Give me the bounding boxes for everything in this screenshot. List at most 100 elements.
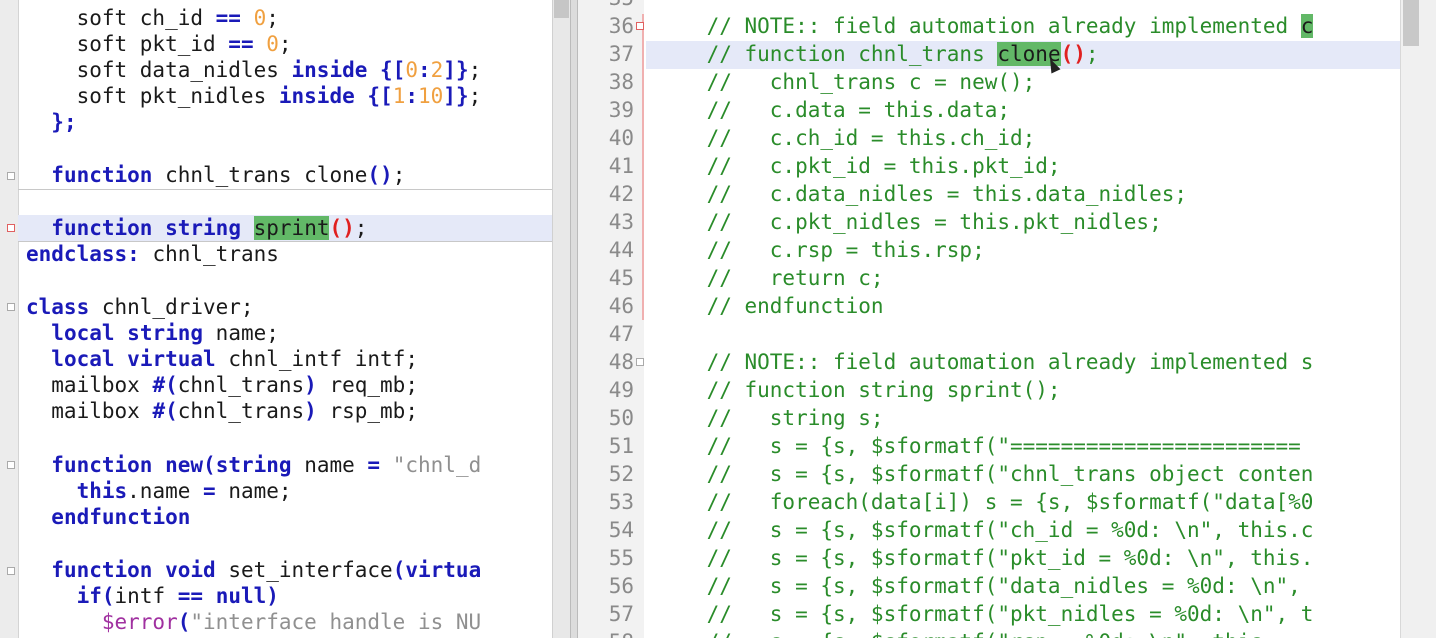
code-token: ; <box>1085 42 1099 66</box>
right-code-area[interactable]: 3536 // NOTE:: field automation already … <box>578 0 1400 638</box>
code-token: ( <box>101 584 115 608</box>
code-token: chnl_trans <box>177 373 305 397</box>
code-token: req_mb; <box>316 373 418 397</box>
code-line[interactable]: class chnl_driver; <box>26 294 254 320</box>
fold-marker[interactable] <box>7 224 15 232</box>
code-line[interactable]: soft pkt_nidles inside {[1:10]}; <box>26 83 482 109</box>
code-line[interactable]: function string sprint(); <box>26 215 367 241</box>
code-line[interactable]: // s = {s, $sformatf("==================… <box>656 432 1301 460</box>
code-line[interactable]: // NOTE:: field automation already imple… <box>656 348 1314 376</box>
code-line[interactable]: soft pkt_id == 0; <box>26 31 292 57</box>
code-token: function <box>51 453 153 477</box>
line-number: 53 <box>608 490 634 514</box>
code-line[interactable]: }; <box>26 109 77 135</box>
code-token: soft data_nidles <box>26 58 292 82</box>
code-token: }; <box>51 110 77 134</box>
left-vertical-scrollbar[interactable] <box>552 0 571 638</box>
code-token: // c.ch_id = this.ch_id; <box>656 126 1036 150</box>
line-number: 49 <box>608 378 634 402</box>
code-line[interactable]: // c.ch_id = this.ch_id; <box>656 124 1036 152</box>
code-line[interactable]: // s = {s, $sformatf("data_nidles = %0d:… <box>656 572 1301 600</box>
code-line[interactable]: soft data_nidles inside {[0:2]}; <box>26 57 482 83</box>
code-token: local <box>51 347 115 371</box>
search-match: c <box>1300 14 1314 38</box>
left-fold-gutter[interactable] <box>0 0 19 638</box>
right-scrollbar-thumb[interactable] <box>1403 0 1419 46</box>
code-token: .name <box>127 479 204 503</box>
code-token: ]} <box>443 84 469 108</box>
code-token: // chnl_trans c = new(); <box>656 70 1036 94</box>
code-line[interactable]: // function chnl_trans clone(); <box>656 40 1099 68</box>
pane-splitter[interactable] <box>570 0 578 638</box>
code-token: = <box>203 479 216 503</box>
line-number: 37 <box>608 42 634 66</box>
code-line[interactable]: mailbox #(chnl_trans) req_mb; <box>26 372 418 398</box>
code-token: 1 <box>392 84 406 108</box>
code-line[interactable]: // endfunction <box>656 292 884 320</box>
left-code-area[interactable]: soft ch_id == 0; soft pkt_id == 0; soft … <box>18 0 552 638</box>
code-line[interactable]: // s = {s, $sformatf("chnl_trans object … <box>656 460 1314 488</box>
code-line[interactable]: endclass: chnl_trans <box>26 241 279 267</box>
code-line[interactable]: function new(string name = "chnl_d <box>26 452 481 478</box>
code-line[interactable]: // string s; <box>656 404 884 432</box>
line-number: 46 <box>608 294 634 318</box>
code-token: ; <box>468 58 482 82</box>
code-line[interactable]: $error("interface handle is NU <box>26 609 481 635</box>
code-line[interactable]: endfunction <box>26 504 190 530</box>
code-token: ) <box>266 584 279 608</box>
code-line[interactable]: mailbox #(chnl_trans) rsp_mb; <box>26 398 418 424</box>
line-number: 50 <box>608 406 634 430</box>
code-token: local <box>51 321 115 345</box>
code-line[interactable]: // c.rsp = this.rsp; <box>656 236 985 264</box>
code-line[interactable]: // s = {s, $sformatf("pkt_id = %0d: \n",… <box>656 544 1314 572</box>
right-vertical-scrollbar[interactable] <box>1400 0 1436 638</box>
code-line[interactable]: // return c; <box>656 264 884 292</box>
code-token: == <box>215 6 241 30</box>
code-token: // return c; <box>656 266 884 290</box>
right-editor-pane[interactable]: 3536 // NOTE:: field automation already … <box>578 0 1400 638</box>
code-line[interactable]: // chnl_trans c = new(); <box>656 68 1036 96</box>
code-line[interactable]: soft ch_id == 0; <box>26 5 279 31</box>
left-scrollbar-thumb[interactable] <box>554 0 569 18</box>
code-line[interactable]: local virtual chnl_intf intf; <box>26 346 418 372</box>
code-line[interactable]: local string name; <box>26 320 279 346</box>
code-line[interactable]: // s = {s, $sformatf("ch_id = %0d: \n", … <box>656 516 1314 544</box>
fold-marker[interactable] <box>7 461 15 469</box>
code-line[interactable]: function chnl_trans clone(); <box>26 162 405 188</box>
code-token: 0 <box>405 58 418 82</box>
code-token: : <box>127 242 140 266</box>
code-token: // NOTE:: field automation already imple… <box>656 14 1301 38</box>
line-number: 47 <box>608 322 634 346</box>
code-line[interactable]: this.name = name; <box>26 478 292 504</box>
code-line[interactable]: // s = {s, $sformatf("rsp = %0d: \n", th… <box>656 628 1276 638</box>
code-token: chnl_trans <box>177 399 305 423</box>
code-token: // c.rsp = this.rsp; <box>656 238 985 262</box>
code-line[interactable]: // foreach(data[i]) s = {s, $sformatf("d… <box>656 488 1314 516</box>
fold-marker[interactable] <box>7 567 15 575</box>
code-token: ) <box>304 399 317 423</box>
fold-marker[interactable] <box>7 172 15 180</box>
code-token: string <box>127 321 204 345</box>
code-line[interactable]: // c.data_nidles = this.data_nidles; <box>656 180 1187 208</box>
code-token: {[ <box>367 84 393 108</box>
code-line[interactable]: if(intf == null) <box>26 583 279 609</box>
code-line[interactable]: // NOTE:: field automation already imple… <box>656 12 1314 40</box>
fold-marker[interactable] <box>7 303 15 311</box>
line-number: 51 <box>608 434 634 458</box>
code-token: ; <box>278 32 292 56</box>
code-token: ( <box>177 610 191 634</box>
code-token: = <box>367 453 381 477</box>
code-line[interactable]: // function string sprint(); <box>656 376 1061 404</box>
line-number: 43 <box>608 210 634 234</box>
code-line[interactable]: function void set_interface(virtua <box>26 557 481 583</box>
code-line[interactable]: // c.pkt_nidles = this.pkt_nidles; <box>656 208 1162 236</box>
code-line[interactable]: // s = {s, $sformatf("pkt_nidles = %0d: … <box>656 600 1314 628</box>
code-line[interactable]: // c.data = this.data; <box>656 96 1010 124</box>
left-editor-pane[interactable]: soft ch_id == 0; soft pkt_id == 0; soft … <box>0 0 552 638</box>
code-line[interactable]: // c.pkt_id = this.pkt_id; <box>656 152 1061 180</box>
